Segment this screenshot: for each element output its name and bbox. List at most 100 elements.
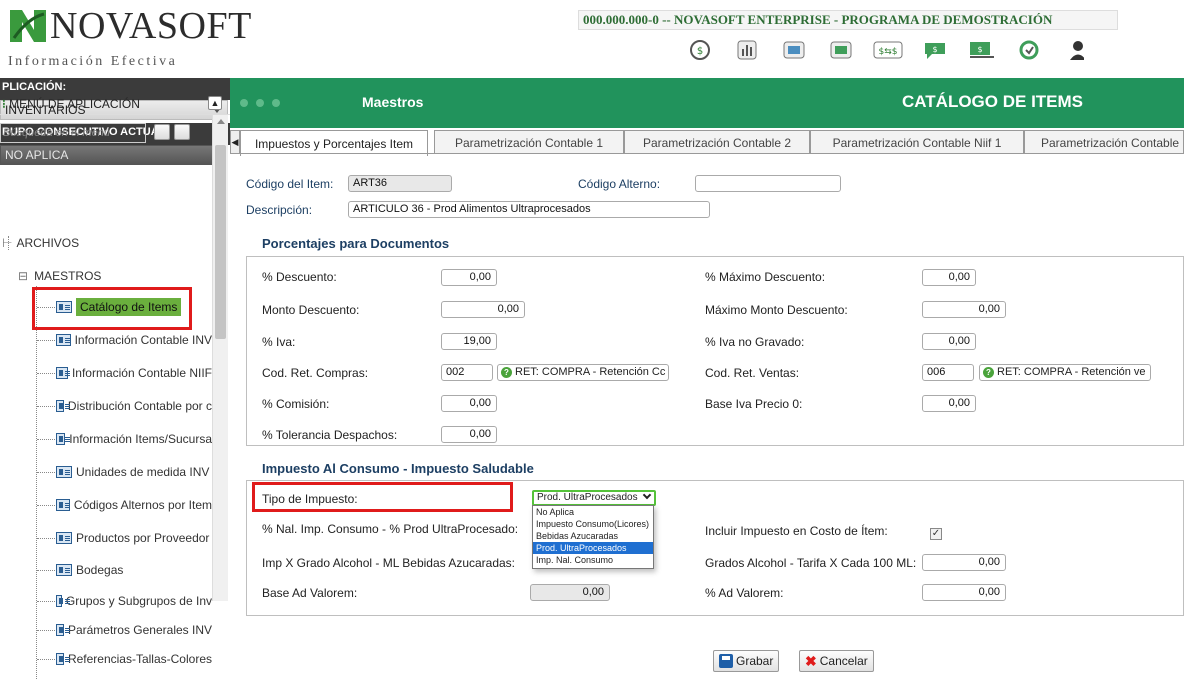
tree-node-archivos[interactable]: ⊢ ARCHIVOS [2,233,79,253]
novasoft-logo-icon [10,10,46,42]
expand-all-icon[interactable] [174,124,190,140]
scroll-thumb[interactable] [215,145,226,339]
descripcion-field[interactable]: ARTICULO 36 - Prod Alimentos Ultraproces… [348,201,710,218]
ret-compras-label: Cod. Ret. Compras: [262,366,369,380]
menu-search-input[interactable]: Búsqueda en el menú [0,123,146,143]
comision-label: % Comisión: [262,397,330,411]
form-icon [56,595,70,607]
tree-node-maestros[interactable]: ⊟ MAESTROS [18,266,101,286]
tree-line [37,601,55,602]
option-impuesto-consumo[interactable]: Impuesto Consumo(Licores) [533,518,653,530]
codigo-item-field[interactable]: ART36 [348,175,452,192]
user-icon[interactable] [1058,36,1094,64]
porcentajes-heading: Porcentajes para Documentos [262,236,450,251]
report-icon[interactable] [729,36,765,64]
option-no-aplica[interactable]: No Aplica [533,506,653,518]
menu-item[interactable]: Parámetros Generales INV [56,620,212,640]
tab-param-contable-2[interactable]: Parametrización Contable 2 [624,130,810,154]
tree-label-maestros: MAESTROS [34,269,102,283]
comision-field[interactable]: 0,00 [441,395,497,412]
option-bebidas-azucaradas[interactable]: Bebidas Azucaradas [533,530,653,542]
ret-compras-field[interactable]: 002 [441,364,493,381]
window-dots [240,99,280,107]
porcentajes-fieldset [246,256,1184,446]
menu-item[interactable]: Productos por Proveedor [56,528,212,548]
ret-ventas-field[interactable]: 006 [922,364,974,381]
data-icon-2[interactable] [823,36,859,64]
chat-icon[interactable]: $ [917,36,953,64]
menu-item[interactable]: Información Contable NIIF [56,363,212,383]
codigo-alterno-label: Código Alterno: [578,177,661,191]
menu-item[interactable]: Información Contable INV [56,330,212,350]
tree-line [37,406,55,407]
max-monto-descuento-label: Máximo Monto Descuento: [705,303,848,317]
sidebar-scrollbar[interactable] [212,115,228,601]
option-imp-nal-consumo[interactable]: Imp. Nal. Consumo [533,554,653,566]
menu-item[interactable]: Referencias-Tallas-Colores [56,649,212,669]
tab-param-contable-more[interactable]: Parametrización Contable I [1024,130,1184,154]
svg-text:$: $ [932,45,937,54]
iva-field[interactable]: 19,00 [441,333,497,350]
collapse-all-icon[interactable] [154,124,170,140]
search-icon[interactable]: $ [682,36,718,64]
base-iva-field[interactable]: 0,00 [922,395,976,412]
form-icon [56,367,70,379]
max-monto-descuento-field[interactable]: 0,00 [922,301,1006,318]
menu-item[interactable]: Información Items/Sucursa [56,429,212,449]
finance-icon[interactable]: $ [964,36,1000,64]
iva-no-gravado-field[interactable]: 0,00 [922,333,976,350]
menu-item[interactable]: Unidades de medida INV [56,462,212,482]
form-icon [56,499,70,511]
incluir-costo-label: Incluir Impuesto en Costo de Ítem: [705,524,888,538]
cancel-button[interactable]: ✖ Cancelar [799,650,874,672]
section-title: Maestros [362,94,424,110]
menu-item-label: Códigos Alternos por Item [73,498,212,512]
logo-text: NOVASOFT [50,5,252,47]
tab-param-contable-niif-1[interactable]: Parametrización Contable Niif 1 [810,130,1024,154]
tolerancia-field[interactable]: 0,00 [441,426,497,443]
menu-item[interactable]: Bodegas [56,560,212,580]
tab-param-contable-1[interactable]: Parametrización Contable 1 [434,130,624,154]
help-icon[interactable]: ? [983,367,994,378]
divider [230,153,1184,154]
impuesto-heading: Impuesto Al Consumo - Impuesto Saludable [262,461,534,476]
help-icon[interactable]: ? [501,367,512,378]
menu-item-label: Grupos y Subgrupos de Inv [65,594,212,608]
tipo-impuesto-value: Prod. UltraProcesados [537,492,638,503]
base-iva-label: Base Iva Precio 0: [705,397,803,411]
floppy-disk-icon [719,654,733,668]
incluir-costo-checkbox[interactable]: ✓ [930,528,942,540]
save-button[interactable]: Grabar [713,650,780,672]
consecutivo-select[interactable]: NO APLICA [0,145,228,165]
tree-branch-icon: ⊢ [2,236,13,250]
codigo-item-label: Código del Item: [246,177,334,191]
descuento-field[interactable]: 0,00 [441,269,497,286]
menu-item[interactable]: Distribución Contable por c [56,396,212,416]
menu-item[interactable]: Códigos Alternos por Item [56,495,212,515]
toolbar: $ $⇆$ $ $ [682,36,1094,68]
menu-item-label: Distribución Contable por c [67,399,212,413]
tab-scroll-left-icon[interactable]: ◀ [230,130,240,154]
tipo-impuesto-select[interactable]: Prod. UltraProcesados [532,490,656,506]
refresh-icon[interactable] [1011,36,1047,64]
max-descuento-field[interactable]: 0,00 [922,269,976,286]
tree-line [37,505,55,506]
tree-line [37,538,55,539]
collapse-icon[interactable]: ▲ [208,96,222,110]
tree-line [37,472,55,473]
exchange-icon[interactable]: $⇆$ [870,36,906,64]
data-icon[interactable] [776,36,812,64]
monto-descuento-field[interactable]: 0,00 [441,301,525,318]
grados-alcohol-field[interactable]: 0,00 [922,554,1006,571]
menu-item-label: Unidades de medida INV [76,465,210,479]
form-icon [56,466,72,478]
panel-header: Maestros CATÁLOGO DE ITEMS [230,78,1184,128]
option-prod-ultraprocesados[interactable]: Prod. UltraProcesados [533,542,653,554]
save-button-label: Grabar [736,654,774,668]
tree-folder-open-icon: ⊟ [18,269,29,283]
menu-item[interactable]: Grupos y Subgrupos de Inv [56,591,212,611]
ad-valorem-field[interactable]: 0,00 [922,584,1006,601]
scroll-up-icon[interactable] [217,119,225,124]
base-ad-valorem-field[interactable]: 0,00 [530,584,610,601]
codigo-alterno-field[interactable] [695,175,841,192]
